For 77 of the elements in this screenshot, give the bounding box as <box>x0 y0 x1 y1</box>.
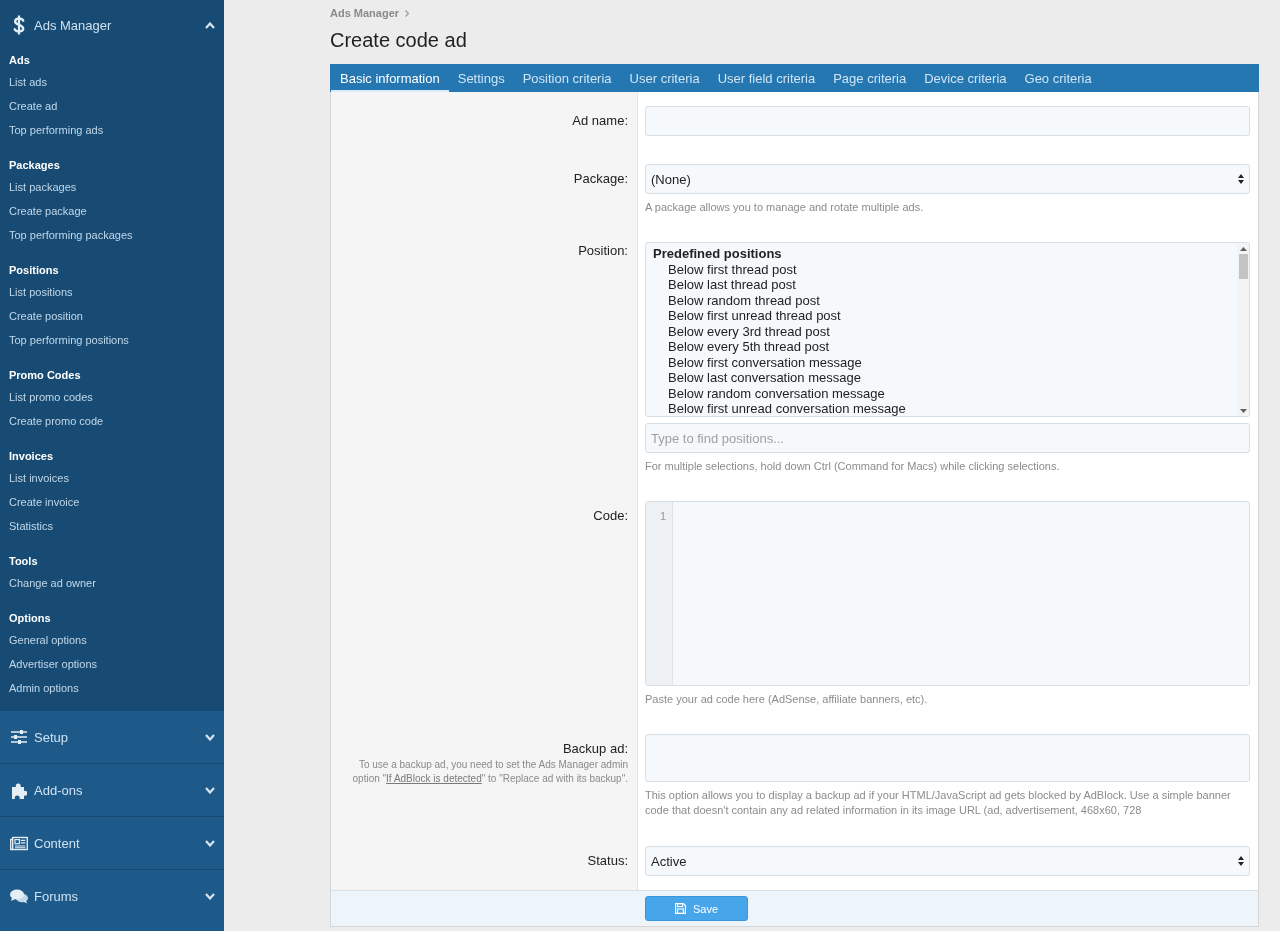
sliders-icon <box>11 730 27 744</box>
tab[interactable]: Position criteria <box>513 64 621 92</box>
field-label: Position: <box>578 243 628 259</box>
tab[interactable]: Device criteria <box>915 64 1016 92</box>
field-label: Code: <box>593 508 628 524</box>
option-group-label: Predefined positions <box>653 246 782 262</box>
position-listbox[interactable] <box>645 242 1250 417</box>
scroll-up-arrow-icon <box>1239 247 1247 251</box>
listbox-option[interactable]: Below first unread conversation message <box>653 401 906 416</box>
nav-link[interactable]: Create package <box>9 199 87 223</box>
textarea-field[interactable] <box>645 734 1250 782</box>
listbox-option[interactable]: Below last conversation message <box>653 370 861 386</box>
listbox-option[interactable]: Below random thread post <box>653 292 820 308</box>
listbox-option[interactable]: Below every 5th thread post <box>653 339 830 355</box>
text-field[interactable] <box>645 106 1250 136</box>
page-title: Create code ad <box>330 28 467 52</box>
nav-group-heading: Invoices <box>9 449 55 464</box>
nav-group-heading: Packages <box>9 158 61 173</box>
nav-link[interactable]: List positions <box>9 280 73 304</box>
nav-link[interactable]: List ads <box>9 70 47 94</box>
nav-link[interactable]: Change ad owner <box>9 571 96 595</box>
field-label: Ad name: <box>572 113 628 129</box>
nav-link[interactable]: Top performing packages <box>9 223 133 247</box>
field-hint: A package allows you to manage and rotate multiple ads. <box>645 200 925 214</box>
select-field[interactable]: (None) <box>645 164 1250 194</box>
nav-section-header[interactable]: Ads Manager <box>0 0 224 50</box>
field-label: Status: <box>587 853 628 869</box>
tab[interactable]: Settings <box>448 64 514 92</box>
field-hint: For multiple selections, hold down Ctrl (Command for Macs) while clicking selections. <box>645 459 1061 473</box>
nav-link[interactable]: Statistics <box>9 514 53 538</box>
listbox-option[interactable]: Below random conversation message <box>653 385 885 401</box>
line-number: 1 <box>658 509 666 523</box>
scrollbar[interactable] <box>1237 243 1249 416</box>
nav-group-heading: Tools <box>9 554 39 569</box>
nav-link[interactable]: Top performing positions <box>9 328 129 352</box>
listbox-option[interactable]: Below first thread post <box>653 261 797 277</box>
chat-bubbles-icon <box>10 888 28 904</box>
listbox-option[interactable]: Below every 3rd thread post <box>653 323 830 339</box>
tab[interactable]: User field criteria <box>708 64 825 92</box>
nav-link[interactable]: Create ad <box>9 94 58 118</box>
listbox-option[interactable]: Below last thread post <box>653 277 796 293</box>
listbox-option[interactable]: Below first unread thread post <box>653 308 841 324</box>
nav-group-heading: Promo Codes <box>9 368 82 383</box>
tab[interactable]: User criteria <box>620 64 709 92</box>
select-arrows-icon <box>1238 174 1244 184</box>
nav-group-heading: Options <box>9 611 52 626</box>
search-field[interactable]: Type to find positions... <box>645 423 1250 453</box>
tab[interactable]: Page criteria <box>824 64 916 92</box>
nav-link[interactable]: Create position <box>9 304 83 328</box>
nav-link[interactable]: Create promo code <box>9 409 104 433</box>
listbox-option[interactable]: Below first conversation message <box>653 354 862 370</box>
select-arrows-icon <box>1238 856 1244 866</box>
field-explanation: To use a backup ad, you need to set the Ads Manager admin option "If AdBlock is detected" to "Replace ad with its backup". <box>351 758 628 786</box>
nav-link[interactable]: Advertiser options <box>9 652 98 676</box>
nav-link[interactable]: Create invoice <box>9 490 80 514</box>
select-field[interactable]: Active <box>645 846 1250 876</box>
nav-link[interactable]: List promo codes <box>9 385 93 409</box>
field-hint: This option allows you to display a backup ad if your HTML/JavaScript ad gets blocked by AdBlock. Use a simple banner code that doesn't contain any ad related information in its image URL (ad, advertisement, 468x60, 728 <box>645 788 1232 818</box>
nav-link[interactable]: List packages <box>9 175 77 199</box>
field-hint: Paste your ad code here (AdSense, affiliate banners, etc). <box>645 692 929 706</box>
explanation-link[interactable]: If AdBlock is detected <box>386 773 482 784</box>
puzzle-piece-icon <box>11 781 27 799</box>
nav-link[interactable]: List invoices <box>9 466 69 490</box>
field-label: Backup ad: <box>562 741 628 757</box>
tab[interactable]: Geo criteria <box>1015 64 1101 92</box>
nav-link[interactable]: Top performing ads <box>9 118 104 142</box>
nav-group-heading: Positions <box>9 263 60 278</box>
nav-link[interactable]: Admin options <box>9 676 79 700</box>
field-label: Package: <box>573 171 628 187</box>
scroll-down-arrow-icon <box>1239 409 1247 413</box>
scrollbar-thumb[interactable] <box>1238 254 1248 279</box>
dollar-icon <box>13 15 25 35</box>
breadcrumb-chevron-icon <box>405 9 410 17</box>
tab[interactable]: Basic information <box>331 64 449 92</box>
newspaper-icon <box>10 835 28 851</box>
nav-group-heading: Ads <box>9 53 31 68</box>
nav-link[interactable]: General options <box>9 628 87 652</box>
